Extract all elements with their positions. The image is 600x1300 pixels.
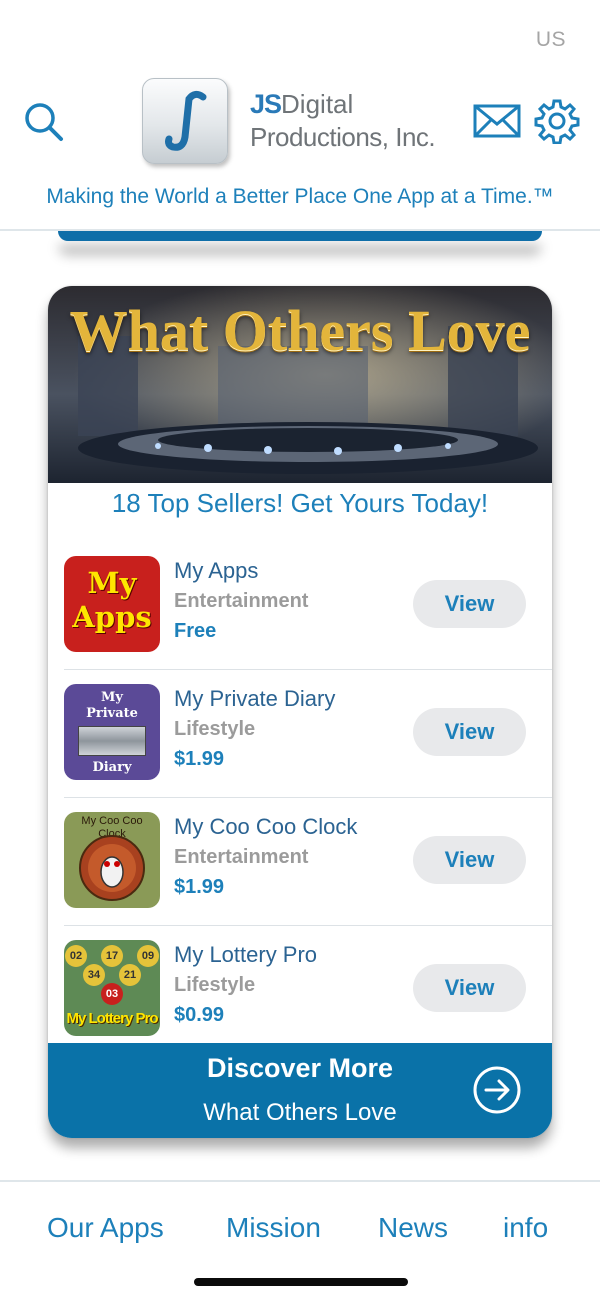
- my-apps-icon: My Apps: [64, 556, 160, 652]
- my-lottery-pro-icon: 02 17 09 34 21 03 My Lottery Pro: [64, 940, 160, 1036]
- app-category: Entertainment: [174, 590, 309, 612]
- diary-icon-text-3: Diary: [92, 760, 132, 775]
- lottery-ball-4: 34: [83, 964, 105, 986]
- lottery-ball-2: 17: [101, 945, 123, 967]
- app-row-my-lottery-pro[interactable]: 02 17 09 34 21 03 My Lottery Pro My Lott…: [64, 926, 552, 1054]
- company-name-digital: Digital: [281, 89, 354, 119]
- view-button[interactable]: View: [413, 708, 526, 756]
- banner-title: What Others Love: [69, 298, 531, 363]
- bottom-nav: Our Apps Mission News info: [0, 1212, 600, 1252]
- app-category: Lifestyle: [174, 718, 256, 740]
- top-sellers-subtitle: 18 Top Sellers! Get Yours Today!: [111, 488, 489, 518]
- lottery-ball-1: 02: [65, 945, 87, 967]
- company-name-js: JS: [250, 89, 282, 119]
- region-label[interactable]: US: [536, 28, 566, 52]
- app-name: My Lottery Pro: [174, 942, 318, 967]
- lock-dial-icon: [78, 726, 146, 756]
- my-coo-coo-clock-icon: My Coo Coo Clock: [64, 812, 160, 908]
- view-button[interactable]: View: [413, 580, 526, 628]
- app-category: Lifestyle: [174, 974, 256, 996]
- app-name: My Private Diary: [174, 686, 336, 711]
- discover-more-button[interactable]: Discover More What Others Love: [48, 1043, 552, 1138]
- app-category: Entertainment: [174, 846, 309, 868]
- lottery-ball-5: 21: [119, 964, 141, 986]
- tab-info[interactable]: info: [503, 1212, 548, 1244]
- lottery-icon-text: My Lottery Pro: [66, 1010, 158, 1027]
- tab-our-apps[interactable]: Our Apps: [47, 1212, 164, 1244]
- app-price: $0.99: [174, 1004, 225, 1026]
- tagline: Making the World a Better Place One App …: [46, 185, 554, 208]
- banner-image: What Others Love: [48, 286, 552, 483]
- footer-divider: [0, 1180, 600, 1182]
- app-name: My Apps: [174, 558, 259, 583]
- app-price: $1.99: [174, 876, 225, 898]
- mail-icon[interactable]: [472, 100, 522, 144]
- company-logo[interactable]: JSDigital Productions, Inc.: [142, 78, 472, 164]
- tab-news[interactable]: News: [378, 1212, 448, 1244]
- app-price: Free: [174, 620, 217, 642]
- company-name-line2: Productions, Inc.: [250, 122, 436, 152]
- tab-mission[interactable]: Mission: [226, 1212, 321, 1244]
- header: JSDigital Productions, Inc.: [0, 78, 600, 168]
- view-button[interactable]: View: [413, 836, 526, 884]
- what-others-love-card: What Others Love 18 Top Sellers! Get You…: [48, 286, 552, 1138]
- app-name: My Coo Coo Clock: [174, 814, 358, 839]
- logo-tile-icon: [142, 78, 228, 164]
- gear-icon[interactable]: [534, 98, 580, 145]
- lottery-ball-6: 03: [101, 983, 123, 1005]
- app-row-my-coo-coo-clock[interactable]: My Coo Coo Clock My Coo Coo Clock Entert…: [64, 798, 552, 926]
- app-row-my-apps[interactable]: My Apps My Apps Entertainment Free View: [64, 542, 552, 670]
- previous-card-edge: [58, 231, 542, 241]
- owl-clock-icon: [79, 835, 145, 901]
- lottery-ball-3: 09: [137, 945, 159, 967]
- search-icon[interactable]: [22, 100, 66, 144]
- my-apps-icon-text-2: Apps: [72, 600, 152, 634]
- app-price: $1.99: [174, 748, 225, 770]
- diary-icon-text-1: My: [101, 690, 123, 705]
- diary-icon-text-2: Private: [86, 706, 138, 721]
- company-name: JSDigital Productions, Inc.: [250, 90, 480, 151]
- my-private-diary-icon: My Private Diary: [64, 684, 160, 780]
- arrow-right-circle-icon: [472, 1065, 522, 1115]
- app-screen: US JSDigital Productions, Inc. Making th…: [0, 0, 600, 1300]
- my-apps-icon-text-1: My: [87, 566, 137, 600]
- app-row-my-private-diary[interactable]: My Private Diary My Private Diary Lifest…: [64, 670, 552, 798]
- view-button[interactable]: View: [413, 964, 526, 1012]
- home-indicator[interactable]: [194, 1278, 408, 1286]
